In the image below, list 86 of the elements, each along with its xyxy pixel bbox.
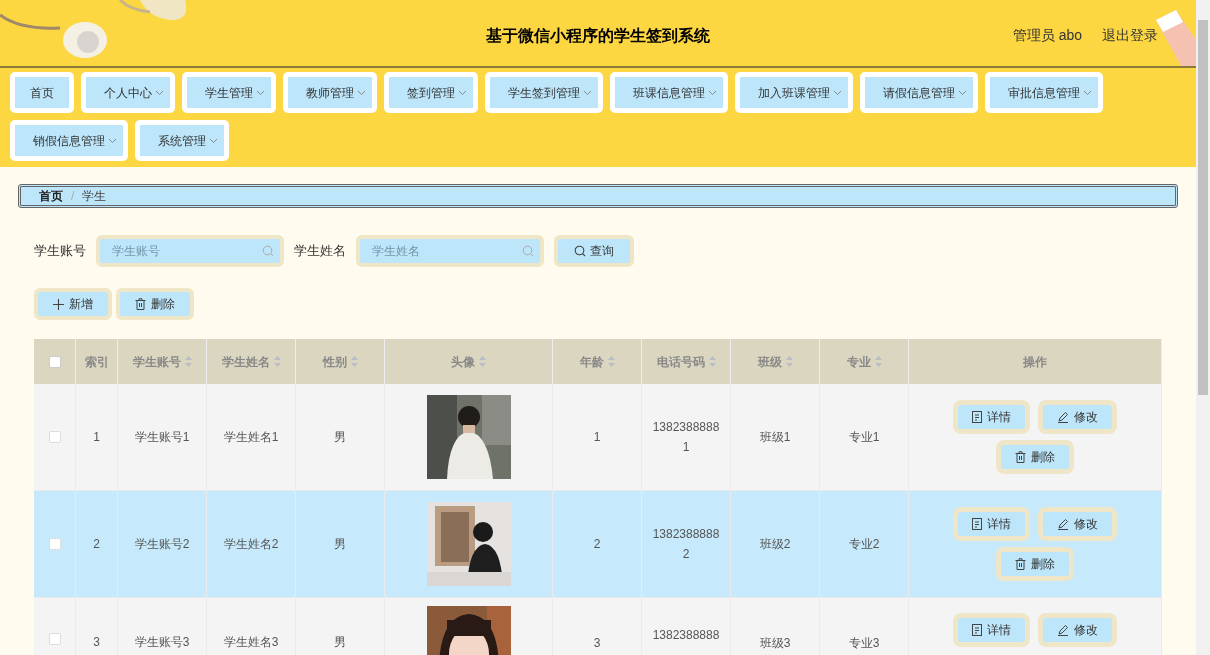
nav-menu-button[interactable]: 个人中心 [81,72,175,113]
table-cell-text: 班级1 [758,429,792,446]
field-label: 学生姓名 [294,242,346,261]
table-cell-text: 学生姓名2 [223,536,279,553]
delete-button[interactable]: 删除 [116,288,194,320]
nav-menu-button[interactable]: 审批信息管理 [985,72,1103,113]
pencil-icon [1057,624,1069,636]
admin-user-label: 管理员 abo [1012,26,1082,45]
table-cell-text: 男 [334,429,346,446]
table-cell-text: 班级2 [758,536,792,553]
search-field[interactable]: 学生账号 [96,235,284,267]
sort-icon [708,356,716,367]
table-cell-text: 专业3 [847,635,881,652]
table-cell-text: 班级3 [758,635,792,652]
table-cell-text: 专业1 [847,429,881,446]
query-button[interactable]: 查询 [554,235,634,267]
table-cell-text: 1382388888 [651,627,721,644]
table-cell-text: 学生账号3 [134,634,190,651]
logout-link[interactable]: 退出登录 [1102,25,1158,46]
detail-button[interactable]: 详情 [953,613,1030,647]
search-icon [262,245,274,257]
table-cell-text: 男 [334,536,346,553]
search-icon [574,245,586,257]
table-cell-text: 学生姓名1 [223,429,279,446]
delete-button[interactable]: 删除 [996,440,1074,474]
breadcrumb-link[interactable]: 学生 [82,187,107,205]
select-all-checkbox[interactable] [48,355,61,368]
sort-icon [874,356,882,367]
document-icon [972,624,982,636]
sort-icon [785,356,793,367]
plus-icon [53,298,64,310]
table-cell-text: 1382388888 2 [651,526,721,563]
table-cell-text: 3 [592,635,602,652]
trash-icon [135,298,146,310]
table-cell-text: 3 [93,634,100,651]
nav-menu-button[interactable]: 销假信息管理 [10,120,128,161]
table-cell-text: 学生账号1 [134,429,190,446]
table-row[interactable]: 2 学生账号2 学生姓名2 男 2 1382388888 2 班级2 专业2 详情 修改 删除 [34,491,1162,598]
search-icon [522,245,534,257]
document-icon [972,411,982,423]
table-row[interactable]: 1 学生账号1 学生姓名1 男 1 1382388888 1 班级1 专业1 详情 修改 删除 [34,384,1162,491]
table-cell-text: 1 [93,429,100,446]
table-cell-text: 专业2 [847,536,881,553]
row-checkbox[interactable] [48,538,61,550]
pencil-icon [1057,518,1069,530]
nav-menu-button[interactable]: 首页 [10,72,74,113]
breadcrumb-link[interactable]: 首页 [39,187,63,205]
detail-button[interactable]: 详情 [953,507,1030,541]
nav-menu-button[interactable]: 系统管理 [135,120,229,161]
sort-icon [273,356,281,367]
pencil-icon [1057,411,1069,423]
detail-button[interactable]: 详情 [953,400,1030,434]
nav-menu-button[interactable]: 请假信息管理 [860,72,978,113]
breadcrumb-separator: / [71,188,75,205]
table-cell-text: 学生账号2 [134,536,190,553]
edit-button[interactable]: 修改 [1038,400,1117,434]
nav-menu-button[interactable]: 加入班课管理 [735,72,853,113]
table-row[interactable]: 3 学生账号3 学生姓名3 男 3 1382388888 班级3 专业3 详情 修改 [34,598,1162,655]
edit-button[interactable]: 修改 [1038,507,1117,541]
nav-menu-button[interactable]: 教师管理 [283,72,377,113]
row-checkbox[interactable] [48,431,61,443]
trash-icon [1015,451,1026,463]
nav-menu-button[interactable]: 学生签到管理 [485,72,603,113]
table-cell-text: 学生姓名3 [223,634,279,651]
edit-button[interactable]: 修改 [1038,613,1117,647]
table-cell-text: 2 [592,536,602,553]
document-icon [972,518,982,530]
add-button[interactable]: 新增 [34,288,112,320]
search-field[interactable]: 学生姓名 [356,235,544,267]
app-title: 基于微信小程序的学生签到系统 [486,26,710,46]
trash-icon [1015,558,1026,570]
delete-button[interactable]: 删除 [996,547,1074,581]
sort-icon [350,356,358,367]
sort-icon [607,356,615,367]
row-checkbox[interactable] [48,633,61,645]
nav-menu-button[interactable]: 班课信息管理 [610,72,728,113]
table-cell-text: 1382388888 1 [651,419,721,456]
nav-menu-button[interactable]: 学生管理 [182,72,276,113]
field-label: 学生账号 [34,242,86,261]
table-cell-text: 1 [592,429,602,446]
table-cell-text: 男 [334,634,346,651]
sort-icon [479,356,486,367]
sort-icon [184,356,192,367]
nav-menu-button[interactable]: 签到管理 [384,72,478,113]
table-cell-text: 2 [93,536,100,553]
scrollbar[interactable] [1196,0,1210,655]
